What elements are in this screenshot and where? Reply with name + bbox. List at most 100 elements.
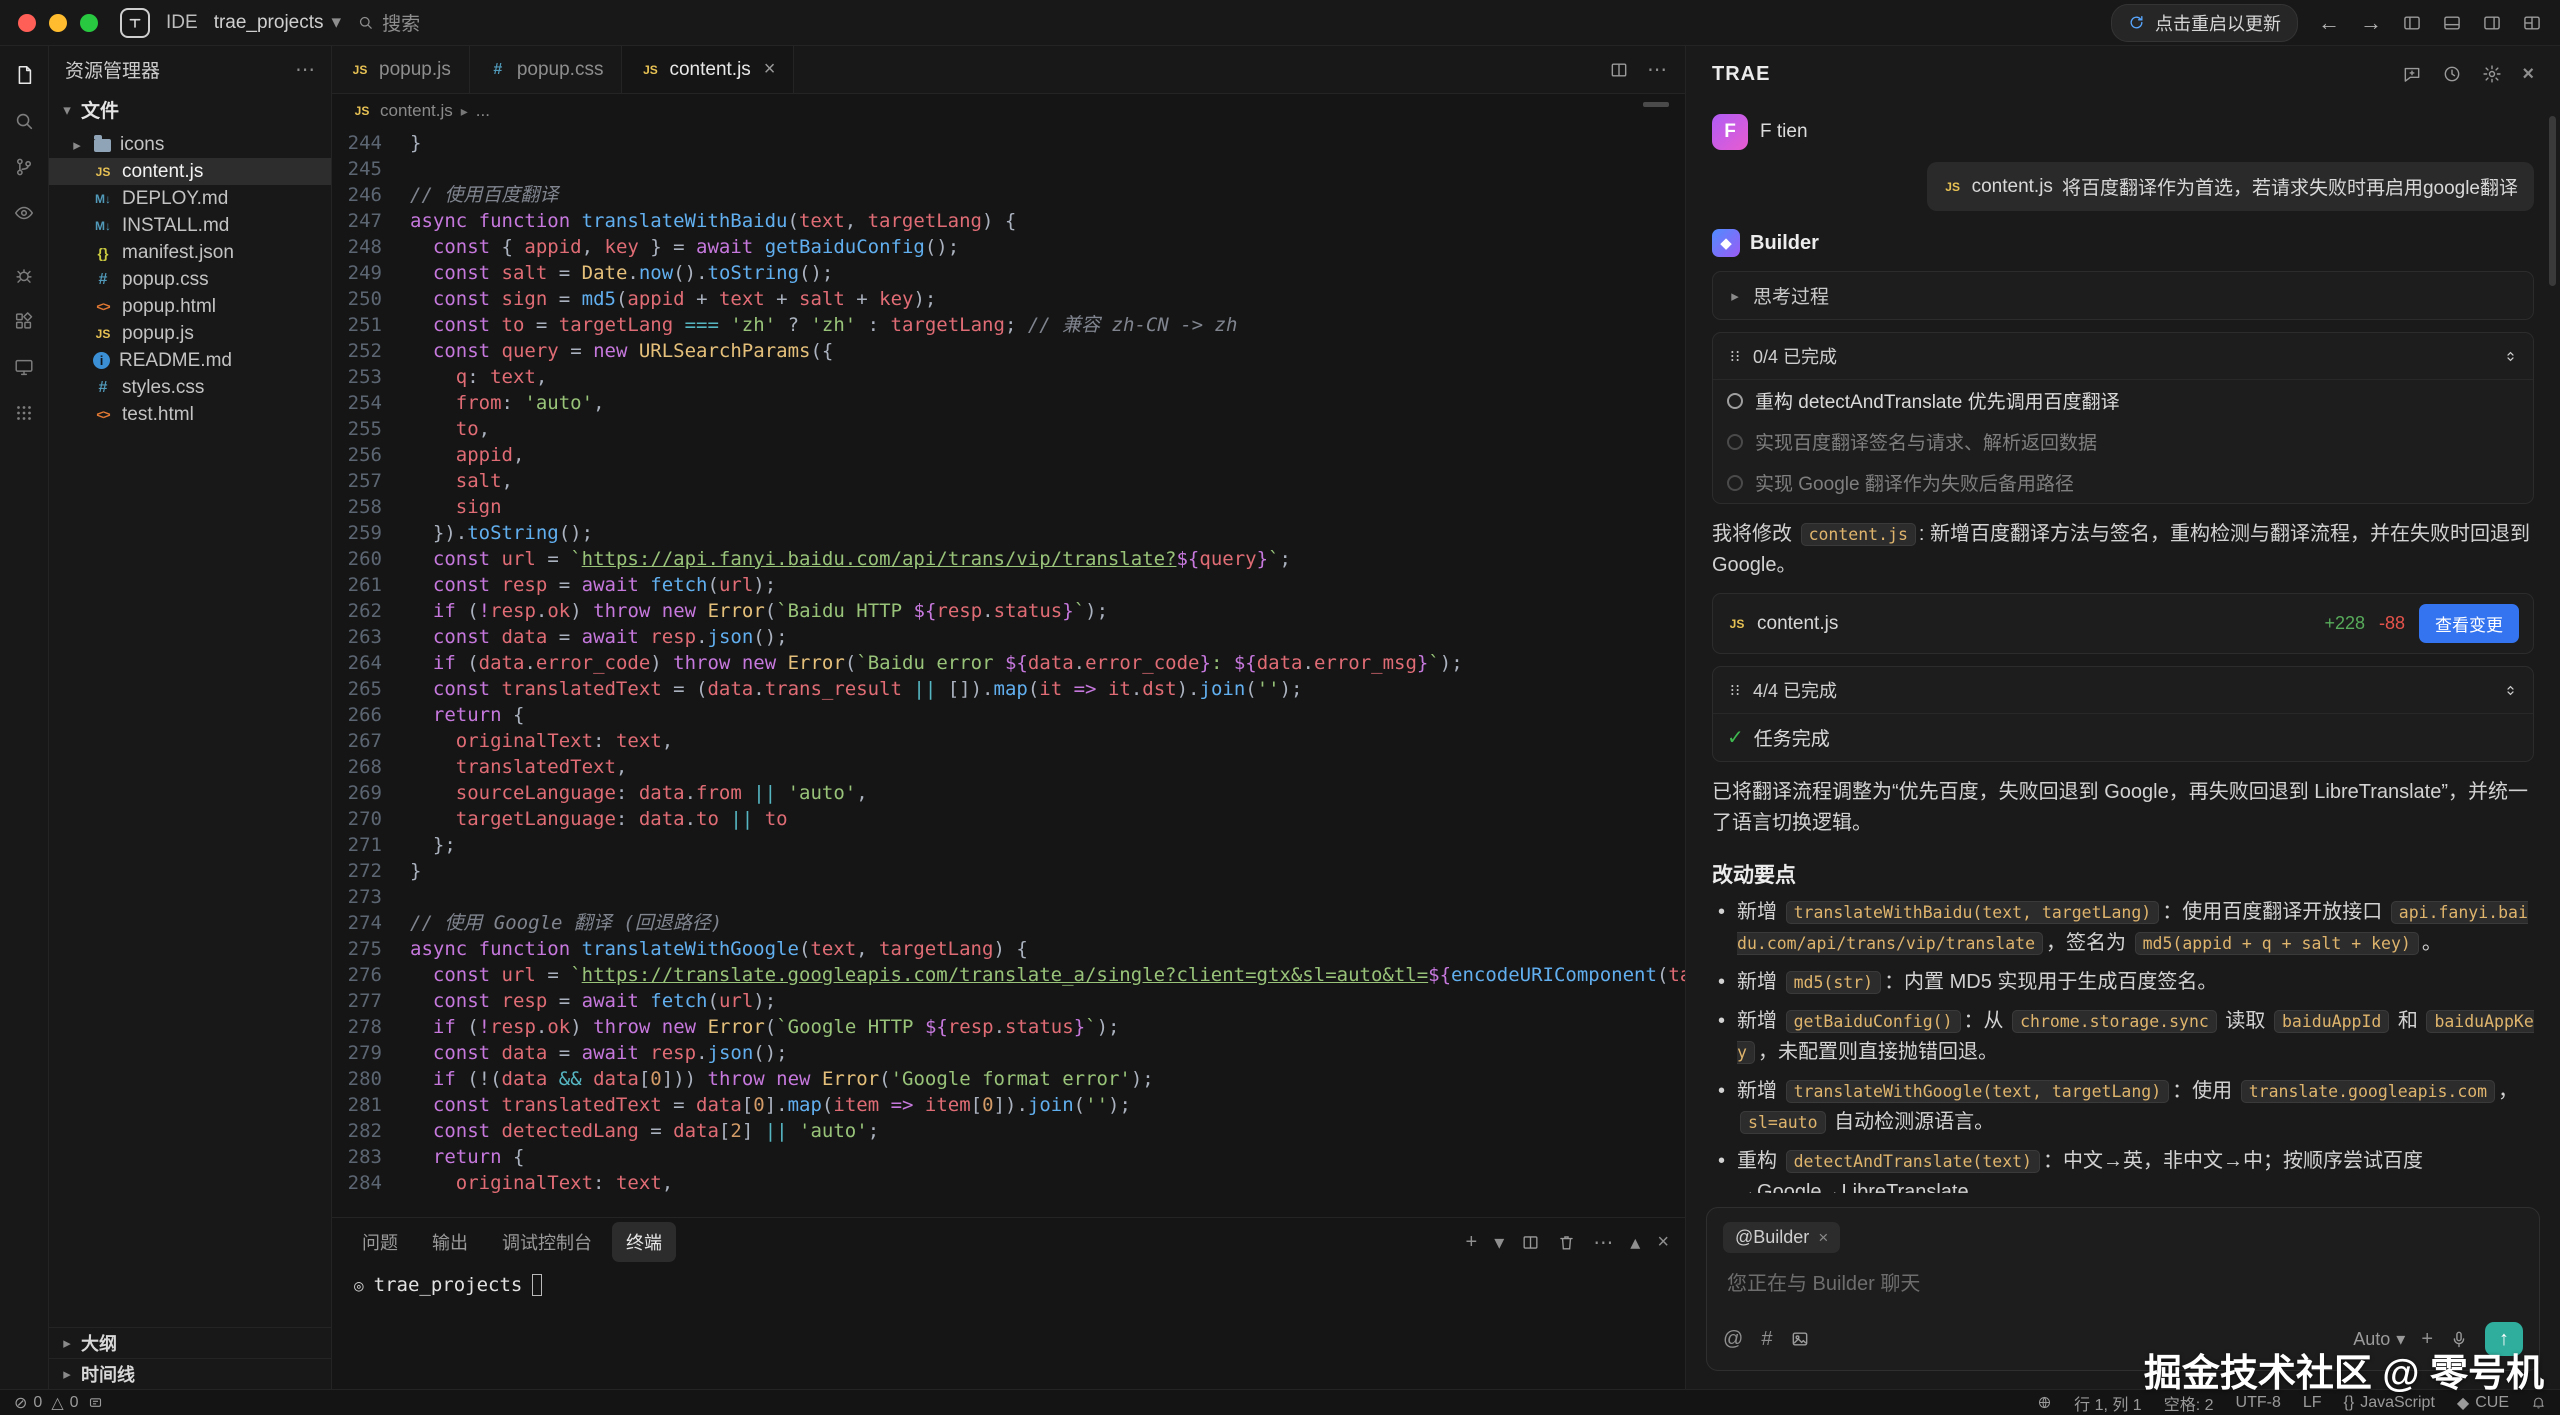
code-line[interactable]: 248 const { appid, key } = await getBaid…	[332, 234, 1685, 260]
code-line[interactable]: 246// 使用百度翻译	[332, 182, 1685, 208]
file-change-card[interactable]: JS content.js +228 -88 查看变更	[1712, 593, 2534, 654]
notifications-bell-icon[interactable]	[2531, 1395, 2546, 1410]
file-item[interactable]: iREADME.md	[49, 347, 331, 374]
breadcrumb-more[interactable]: ...	[476, 101, 490, 121]
checklist-item[interactable]: 重构 detectAndTranslate 优先调用百度翻译	[1713, 380, 2533, 421]
nav-forward-button[interactable]: →	[2360, 10, 2382, 36]
code-line[interactable]: 271 };	[332, 832, 1685, 858]
panel-tab[interactable]: 调试控制台	[488, 1222, 606, 1262]
code-line[interactable]: 268 translatedText,	[332, 754, 1685, 780]
code-editor[interactable]: 244}245246// 使用百度翻译247async function tra…	[332, 128, 1685, 1217]
extensions-icon[interactable]	[2, 300, 46, 342]
mention-icon[interactable]: @	[1723, 1328, 1743, 1351]
code-line[interactable]: 245	[332, 156, 1685, 182]
panel-more-icon[interactable]: ⋯	[1593, 1230, 1613, 1255]
code-line[interactable]: 250 const sign = md5(appid + text + salt…	[332, 286, 1685, 312]
code-line[interactable]: 273	[332, 884, 1685, 910]
code-line[interactable]: 280 if (!(data && data[0])) throw new Er…	[332, 1066, 1685, 1092]
file-item[interactable]: JScontent.js	[49, 158, 331, 185]
view-changes-button[interactable]: 查看变更	[2419, 604, 2519, 643]
close-tab-icon[interactable]: ×	[764, 58, 776, 81]
file-item[interactable]: <>popup.html	[49, 293, 331, 320]
code-line[interactable]: 254 from: 'auto',	[332, 390, 1685, 416]
code-line[interactable]: 275async function translateWithGoogle(te…	[332, 936, 1685, 962]
file-item[interactable]: M↓INSTALL.md	[49, 212, 331, 239]
kill-terminal-trash-icon[interactable]	[1557, 1233, 1576, 1252]
minimize-window-button[interactable]	[49, 14, 67, 32]
close-window-button[interactable]	[18, 14, 36, 32]
code-line[interactable]: 255 to,	[332, 416, 1685, 442]
code-line[interactable]: 284 originalText: text,	[332, 1170, 1685, 1196]
close-panel-icon[interactable]: ×	[1657, 1231, 1669, 1254]
apps-grid-icon[interactable]	[2, 392, 46, 434]
file-item[interactable]: JSpopup.js	[49, 320, 331, 347]
new-terminal-icon[interactable]: +	[1466, 1231, 1478, 1254]
close-ai-panel-icon[interactable]: ×	[2522, 63, 2534, 86]
checklist-header[interactable]: 0/4 已完成	[1713, 333, 2533, 380]
file-item[interactable]: M↓DEPLOY.md	[49, 185, 331, 212]
code-line[interactable]: 244}	[332, 130, 1685, 156]
code-line[interactable]: 256 appid,	[332, 442, 1685, 468]
code-line[interactable]: 264 if (data.error_code) throw new Error…	[332, 650, 1685, 676]
split-editor-icon[interactable]	[1609, 60, 1629, 80]
editor-more-icon[interactable]: ⋯	[1647, 57, 1667, 82]
split-terminal-icon[interactable]	[1521, 1233, 1540, 1252]
remove-context-icon[interactable]: ×	[1818, 1228, 1828, 1248]
files-section-header[interactable]: ▾ 文件	[49, 92, 331, 131]
terminal-prompt[interactable]: ◎ trae_projects	[332, 1266, 1685, 1304]
code-line[interactable]: 258 sign	[332, 494, 1685, 520]
code-line[interactable]: 262 if (!resp.ok) throw new Error(`Baidu…	[332, 598, 1685, 624]
panel-tab[interactable]: 输出	[418, 1222, 482, 1262]
settings-gear-icon[interactable]	[2482, 64, 2502, 84]
ports-icon[interactable]	[88, 1395, 103, 1410]
checklist-item[interactable]: 实现百度翻译签名与请求、解析返回数据	[1713, 421, 2533, 462]
chat-input-placeholder[interactable]: 您正在与 Builder 聊天	[1727, 1267, 2519, 1296]
sidebar-section[interactable]: ▸时间线	[49, 1358, 331, 1389]
code-line[interactable]: 277 const resp = await fetch(url);	[332, 988, 1685, 1014]
toggle-right-sidebar-icon[interactable]	[2482, 13, 2502, 33]
explorer-icon[interactable]	[2, 54, 46, 96]
code-line[interactable]: 253 q: text,	[332, 364, 1685, 390]
editor-tab[interactable]: JScontent.js×	[622, 46, 794, 93]
checklist-item[interactable]: 实现 Google 翻译作为失败后备用路径	[1713, 462, 2533, 503]
code-line[interactable]: 276 const url = `https://translate.googl…	[332, 962, 1685, 988]
code-line[interactable]: 259 }).toString();	[332, 520, 1685, 546]
ai-panel-scrollbar[interactable]	[2549, 116, 2556, 286]
file-item[interactable]: #popup.css	[49, 266, 331, 293]
code-line[interactable]: 249 const salt = Date.now().toString();	[332, 260, 1685, 286]
maximize-panel-icon[interactable]: ▴	[1630, 1230, 1640, 1255]
toggle-left-sidebar-icon[interactable]	[2402, 13, 2422, 33]
cursor-position[interactable]: 行 1, 列 1	[2074, 1391, 2142, 1415]
zoom-window-button[interactable]	[80, 14, 98, 32]
image-attach-icon[interactable]	[1790, 1329, 1810, 1349]
new-chat-icon[interactable]	[2402, 64, 2422, 84]
global-search[interactable]: 搜索	[357, 9, 420, 36]
sidebar-section[interactable]: ▸大纲	[49, 1327, 331, 1358]
breadcrumb-file[interactable]: content.js	[380, 101, 453, 121]
file-item[interactable]: ▸icons	[49, 131, 331, 158]
network-globe-icon[interactable]	[2037, 1395, 2052, 1410]
search-icon[interactable]	[2, 100, 46, 142]
code-line[interactable]: 261 const resp = await fetch(url);	[332, 572, 1685, 598]
restart-update-button[interactable]: 点击重启以更新	[2111, 4, 2298, 42]
code-line[interactable]: 260 const url = `https://api.fanyi.baidu…	[332, 546, 1685, 572]
customize-layout-icon[interactable]	[2522, 13, 2542, 33]
code-line[interactable]: 269 sourceLanguage: data.from || 'auto',	[332, 780, 1685, 806]
code-line[interactable]: 282 const detectedLang = data[2] || 'aut…	[332, 1118, 1685, 1144]
panel-tab[interactable]: 问题	[348, 1222, 412, 1262]
nav-back-button[interactable]: ←	[2318, 10, 2340, 36]
file-item[interactable]: {}manifest.json	[49, 239, 331, 266]
code-line[interactable]: 272}	[332, 858, 1685, 884]
code-line[interactable]: 267 originalText: text,	[332, 728, 1685, 754]
code-line[interactable]: 257 salt,	[332, 468, 1685, 494]
project-switcher[interactable]: trae_projects ▾	[214, 11, 341, 34]
code-line[interactable]: 251 const to = targetLang === 'zh' ? 'zh…	[332, 312, 1685, 338]
code-line[interactable]: 270 targetLanguage: data.to || to	[332, 806, 1685, 832]
editor-tab[interactable]: #popup.css	[470, 46, 623, 93]
file-item[interactable]: <>test.html	[49, 401, 331, 428]
code-line[interactable]: 283 return {	[332, 1144, 1685, 1170]
checklist-header[interactable]: 4/4 已完成	[1713, 667, 2533, 714]
agent-context-chip[interactable]: @Builder ×	[1723, 1222, 1840, 1253]
code-line[interactable]: 266 return {	[332, 702, 1685, 728]
code-line[interactable]: 247async function translateWithBaidu(tex…	[332, 208, 1685, 234]
